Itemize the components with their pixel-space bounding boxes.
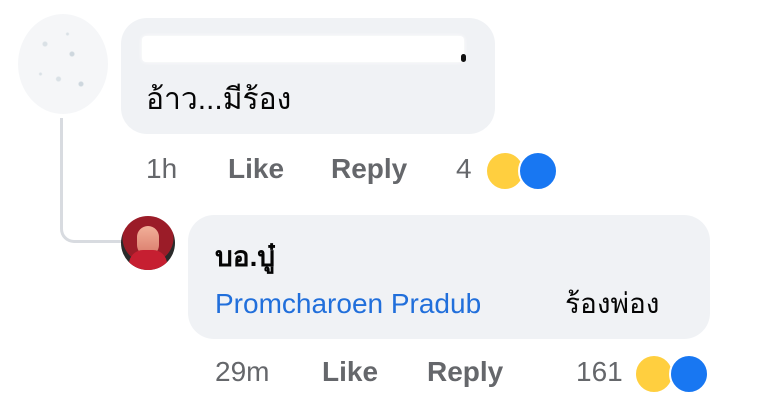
reply-author-avatar[interactable] bbox=[121, 216, 175, 270]
reply-author-name[interactable]: บอ.บู๋ bbox=[215, 240, 275, 274]
comment-2-time[interactable]: 29m bbox=[215, 356, 269, 388]
comment-2-reply-button[interactable]: Reply bbox=[427, 356, 503, 388]
comment-2-like-button[interactable]: Like bbox=[322, 356, 378, 388]
laugh-emoji[interactable] bbox=[634, 354, 674, 394]
redaction-edge bbox=[461, 54, 466, 62]
like-thumb-icon[interactable] bbox=[518, 151, 558, 191]
comment-1-time[interactable]: 1h bbox=[146, 153, 177, 185]
blurred-avatar[interactable] bbox=[18, 14, 108, 114]
reply-text: ร้องพ่อง bbox=[565, 288, 660, 319]
comment-1-text: อ้าว...มีร้อง bbox=[146, 83, 292, 116]
redacted-author-name bbox=[142, 36, 464, 62]
reply-thread-line bbox=[60, 118, 125, 243]
reply-mention[interactable]: Promcharoen Pradub bbox=[215, 287, 481, 321]
comment-1-reaction-count[interactable]: 4 bbox=[456, 153, 472, 185]
comment-1-like-button[interactable]: Like bbox=[228, 153, 284, 185]
comment-1-reply-button[interactable]: Reply bbox=[331, 153, 407, 185]
comment-2-reaction-count[interactable]: 161 bbox=[576, 356, 623, 388]
like-thumb-icon[interactable] bbox=[669, 354, 709, 394]
